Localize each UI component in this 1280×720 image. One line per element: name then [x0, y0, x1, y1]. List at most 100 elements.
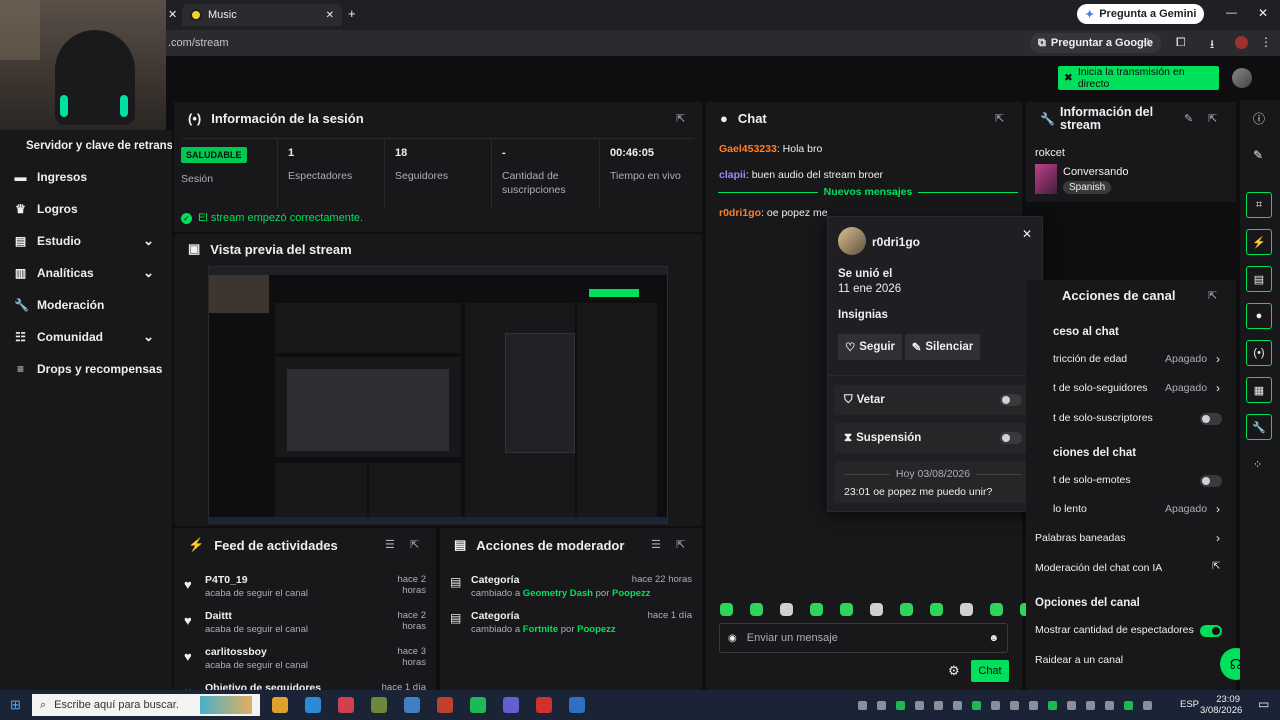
filter-icon[interactable]: ☰: [385, 538, 395, 551]
url-field[interactable]: .com/stream: [168, 37, 229, 49]
quick-action-notes[interactable]: ▤: [1246, 266, 1272, 292]
tray-icon[interactable]: [915, 701, 924, 710]
chat-username[interactable]: clapii: [719, 169, 746, 181]
channel-action-row[interactable]: Moderación del chat con IA ⇱: [1026, 561, 1236, 577]
sidebar-item-5[interactable]: ☷ Comunidad ⌄: [14, 329, 164, 345]
activity-item[interactable]: ♥Objetivo de seguidoreshace 1 día: [174, 680, 436, 690]
sidebar-item-2[interactable]: ▤ Estudio ⌄: [14, 233, 164, 249]
emote-icon[interactable]: [930, 603, 943, 616]
taskbar-app-icon[interactable]: [536, 697, 552, 713]
taskbar-search[interactable]: ⌕ Escribe aquí para buscar.: [32, 694, 260, 716]
tray-icon[interactable]: [1067, 701, 1076, 710]
filter-icon[interactable]: ☰: [651, 538, 661, 551]
chevron-right-icon[interactable]: ›: [1216, 531, 1220, 545]
chevron-right-icon[interactable]: ›: [1216, 381, 1220, 395]
mod-action-user[interactable]: Poopezz: [577, 624, 616, 635]
close-tab-icon[interactable]: ✕: [168, 8, 177, 21]
new-tab-icon[interactable]: +: [348, 6, 356, 21]
tray-icon[interactable]: [991, 701, 1000, 710]
ban-toggle[interactable]: [1000, 394, 1022, 406]
chat-username[interactable]: r0dri1go: [719, 207, 761, 219]
quick-action-chat[interactable]: ●: [1246, 303, 1272, 329]
sidebar-item-0[interactable]: ▬ Ingresos: [14, 170, 164, 184]
chat-input[interactable]: ◉ Enviar un mensaje ☻: [719, 623, 1008, 653]
channel-action-row[interactable]: t de solo-suscriptores: [1026, 411, 1236, 427]
bookmark-star-icon[interactable]: ☆: [1142, 35, 1154, 51]
mod-action-target[interactable]: Geometry Dash: [523, 588, 593, 599]
quick-action-mod[interactable]: 🔧: [1246, 414, 1272, 440]
taskbar-app-icon[interactable]: [503, 697, 519, 713]
chevron-down-icon[interactable]: ⌄: [143, 329, 154, 345]
language-indicator[interactable]: ESP: [1180, 699, 1199, 710]
tray-icon[interactable]: [858, 701, 867, 710]
taskbar-app-icon[interactable]: [305, 697, 321, 713]
add-action-icon[interactable]: ⁘: [1253, 458, 1262, 471]
taskbar-app-icon[interactable]: [404, 697, 420, 713]
channel-action-row[interactable]: tricción de edad Apagado ›: [1026, 352, 1236, 368]
tray-icon[interactable]: [1048, 701, 1057, 710]
popout-icon[interactable]: ⇱: [995, 112, 1004, 125]
download-icon[interactable]: ⭳: [1210, 35, 1214, 56]
emote-icon[interactable]: [990, 603, 1003, 616]
emote-icon[interactable]: [840, 603, 853, 616]
minimize-icon[interactable]: —: [1226, 7, 1237, 19]
edit-pencil-icon[interactable]: ✎: [1184, 112, 1193, 125]
taskbar-app-icon[interactable]: [371, 697, 387, 713]
chevron-down-icon[interactable]: ⌄: [143, 233, 154, 249]
activity-item[interactable]: ♥ P4T0_19 acaba de seguir el canal hace 2 h…: [174, 572, 436, 604]
chat-settings-gear-icon[interactable]: ⚙: [948, 663, 960, 679]
tray-icon[interactable]: [877, 701, 886, 710]
browser-tab[interactable]: Music ✕: [182, 4, 342, 26]
sidebar-item-6[interactable]: ≡ Drops y recompensas: [14, 362, 164, 376]
mod-action-item[interactable]: ▤ Categoría cambiado a Fortnite por Poopez…: [440, 608, 702, 640]
tray-icon[interactable]: [972, 701, 981, 710]
tray-icon[interactable]: [1029, 701, 1038, 710]
tray-icon[interactable]: [1124, 701, 1133, 710]
setting-toggle[interactable]: [1200, 413, 1222, 425]
emote-icon[interactable]: [780, 603, 793, 616]
channel-action-row[interactable]: t de solo-seguidores Apagado ›: [1026, 381, 1236, 397]
edit-pencil-icon[interactable]: ✎: [1253, 148, 1263, 162]
emote-icon[interactable]: [870, 603, 883, 616]
quick-action-layout[interactable]: ▦: [1246, 377, 1272, 403]
emote-icon[interactable]: [750, 603, 763, 616]
quick-action-clip[interactable]: ⌗: [1246, 192, 1272, 218]
close-icon[interactable]: ✕: [1022, 227, 1032, 241]
setting-toggle[interactable]: [1200, 625, 1222, 637]
gemini-button[interactable]: ✦ Pregunta a Gemini: [1077, 4, 1205, 24]
timeout-toggle[interactable]: [1000, 432, 1022, 444]
tray-icon[interactable]: [953, 701, 962, 710]
activity-item[interactable]: ♥ Daittt acaba de seguir el canal hace 2 ho…: [174, 608, 436, 640]
setting-toggle[interactable]: [1200, 475, 1222, 487]
extensions-icon[interactable]: ⧠: [1176, 35, 1186, 50]
popout-icon[interactable]: ⇱: [676, 112, 685, 125]
mod-action-item[interactable]: ▤ Categoría cambiado a Geometry Dash por P…: [440, 572, 702, 604]
external-link-icon[interactable]: ⇱: [1212, 561, 1220, 572]
tray-icon[interactable]: [1086, 701, 1095, 710]
windows-start-icon[interactable]: ⊞: [10, 697, 21, 713]
channel-action-row[interactable]: Mostrar cantidad de espectadores: [1026, 623, 1236, 639]
channel-action-row[interactable]: lo lento Apagado ›: [1026, 502, 1236, 518]
taskbar-app-icon[interactable]: [470, 697, 486, 713]
follow-button[interactable]: ♡ Seguir: [838, 334, 902, 360]
popout-icon[interactable]: ⇱: [676, 538, 685, 551]
quick-action-ads[interactable]: ⚡: [1246, 229, 1272, 255]
popout-icon[interactable]: ⇱: [1208, 112, 1217, 125]
tray-icon[interactable]: [1105, 701, 1114, 710]
chevron-right-icon[interactable]: ›: [1216, 352, 1220, 366]
user-avatar[interactable]: [1232, 68, 1252, 88]
emote-icon[interactable]: [900, 603, 913, 616]
mod-action-user[interactable]: Poopezz: [612, 588, 651, 599]
popout-icon[interactable]: ⇱: [1208, 289, 1217, 302]
window-close-icon[interactable]: ✕: [1258, 6, 1268, 20]
stream-category[interactable]: Conversando: [1063, 166, 1128, 178]
stream-preview-video[interactable]: [208, 266, 668, 524]
sidebar-item-4[interactable]: 🔧 Moderación: [14, 298, 164, 312]
emote-icon[interactable]: [960, 603, 973, 616]
channel-action-row[interactable]: Palabras baneadas ›: [1026, 531, 1236, 547]
info-icon[interactable]: ⓘ: [1253, 110, 1265, 127]
emote-icon[interactable]: [810, 603, 823, 616]
emote-icon[interactable]: [720, 603, 733, 616]
taskbar-app-icon[interactable]: [437, 697, 453, 713]
channel-action-row[interactable]: t de solo-emotes: [1026, 473, 1236, 489]
